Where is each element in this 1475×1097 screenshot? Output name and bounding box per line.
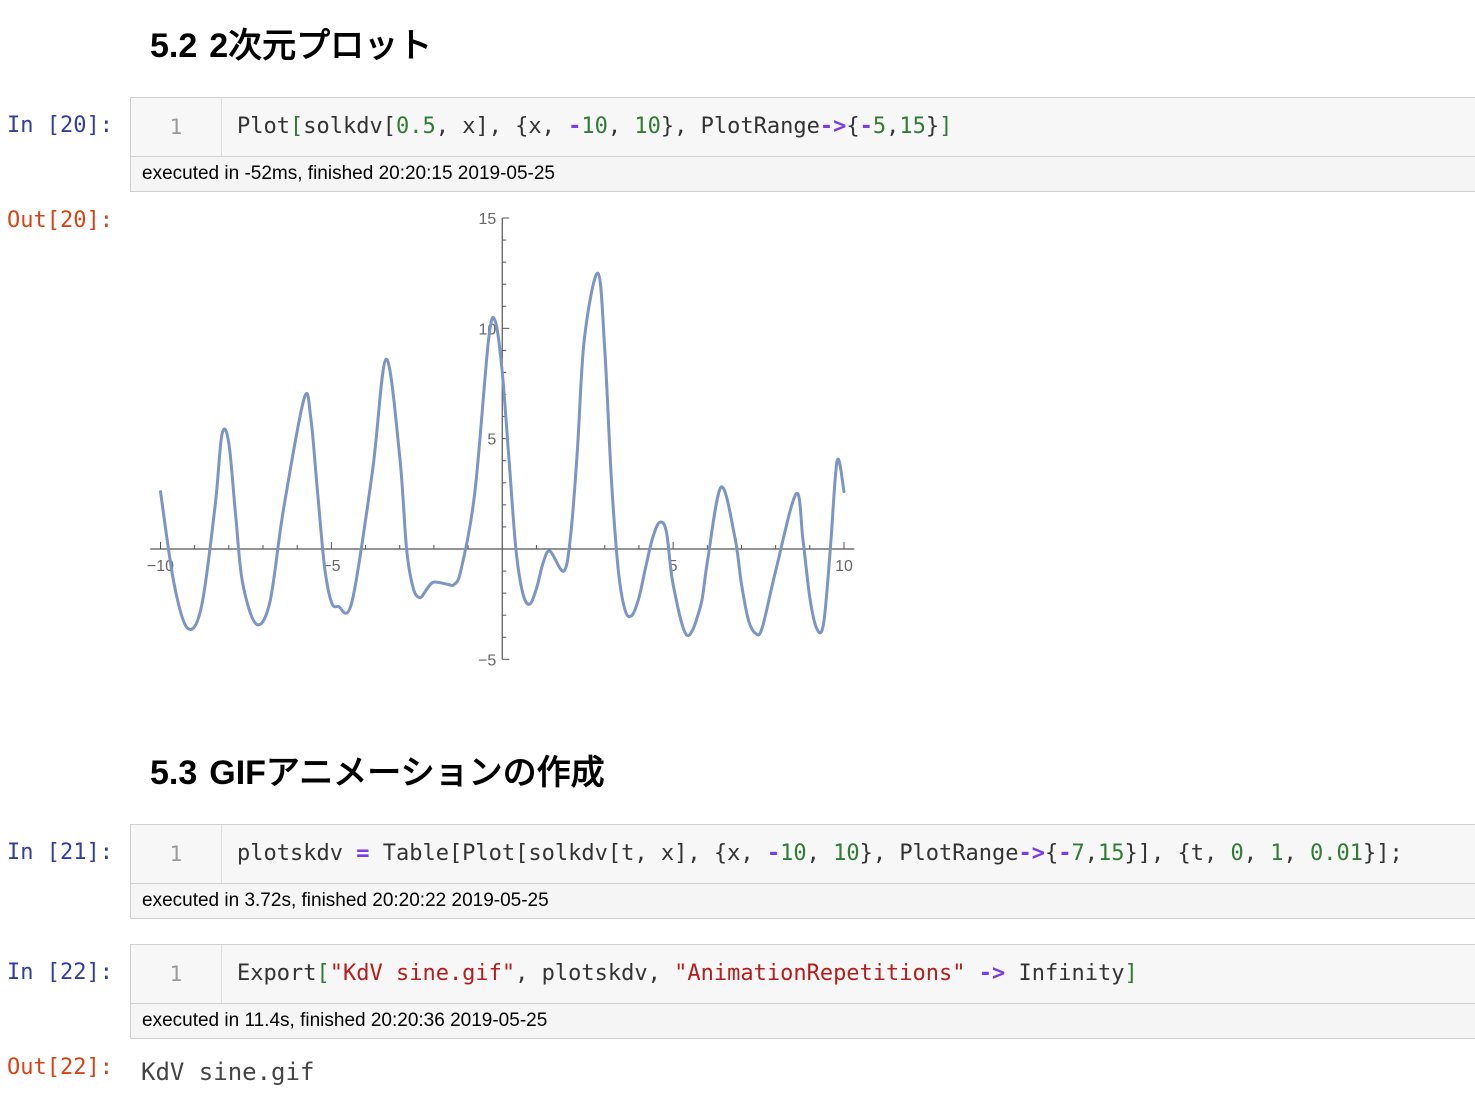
line-number: 1 xyxy=(131,945,222,1003)
plot-output: −10 −5 5 10−551015 xyxy=(147,211,855,669)
execution-timing: executed in 11.4s, finished 20:20:36 201… xyxy=(131,1003,1475,1038)
x-tick-label: 10 xyxy=(835,558,853,575)
section-heading-5-3: 5.3 GIFアニメーションの作成 xyxy=(150,745,605,794)
code-cell-22[interactable]: 1 Export["KdV sine.gif", plotskdv, "Anim… xyxy=(130,944,1475,1039)
code-editor[interactable]: Export["KdV sine.gif", plotskdv, "Animat… xyxy=(237,945,1138,1003)
input-prompt-21: In [21]: xyxy=(7,840,113,865)
output-prompt-22: Out[22]: xyxy=(7,1055,113,1080)
execution-timing: executed in 3.72s, finished 20:20:22 201… xyxy=(131,883,1475,918)
y-tick-label: 15 xyxy=(478,211,496,228)
code-editor[interactable]: plotskdv = Table[Plot[solkdv[t, x], {x, … xyxy=(237,825,1403,883)
code-cell-21[interactable]: 1 plotskdv = Table[Plot[solkdv[t, x], {x… xyxy=(130,824,1475,919)
output-text: KdV sine.gif xyxy=(141,1058,315,1086)
y-tick-label: −5 xyxy=(478,652,496,669)
section-number: 5.3 xyxy=(150,754,198,792)
plot-axes: −10 −5 5 10−551015 xyxy=(147,211,855,669)
y-tick-label: 5 xyxy=(487,432,496,449)
input-prompt-22: In [22]: xyxy=(7,960,113,985)
line-number: 1 xyxy=(131,825,222,883)
section-title: GIFアニメーションの作成 xyxy=(209,754,605,792)
y-tick-label: 10 xyxy=(478,321,496,338)
